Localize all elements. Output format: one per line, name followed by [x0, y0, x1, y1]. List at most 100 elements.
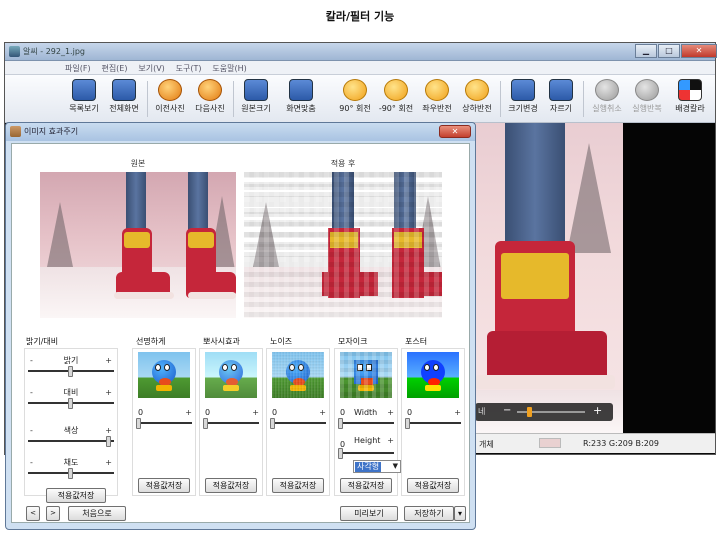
prev-photo-button[interactable]: 이전사진 [151, 79, 189, 119]
hue-label: 색상 [63, 426, 79, 435]
mosaic-save-button[interactable]: 적용값저장 [340, 478, 392, 493]
original-size-button[interactable]: 원본크기 [237, 79, 275, 119]
hue-knob[interactable] [106, 436, 112, 447]
poster-thumbnail[interactable] [407, 352, 459, 398]
background-color-button[interactable]: 배경칼라 [669, 79, 711, 119]
menu-tools[interactable]: 도구(T) [172, 61, 206, 76]
close-button[interactable]: ✕ [681, 44, 717, 58]
brightness-save-button[interactable]: 적용값저장 [46, 488, 106, 503]
dialog-body: 원본 적용 후 밝기/대비 - 밝기 + - 대비 + - 색상 + - 채도 … [11, 143, 470, 523]
list-view-icon [72, 79, 96, 101]
rotate-90-icon [343, 79, 367, 101]
soft-glow-save-button[interactable]: 적용값저장 [205, 478, 257, 493]
mosaic-width-label: Width [354, 408, 378, 417]
toolbar-separator [500, 81, 501, 117]
menu-file[interactable]: 파일(F) [61, 61, 95, 76]
sharpen-save-button[interactable]: 적용값저장 [138, 478, 190, 493]
applied-label: 적용 후 [330, 159, 356, 168]
noise-thumbnail[interactable] [272, 352, 324, 398]
chevron-down-icon: ▼ [392, 462, 398, 470]
save-dropdown-button[interactable]: ▾ [454, 506, 466, 521]
flip-vertical-icon [465, 79, 489, 101]
list-view-button[interactable]: 목록보기 [65, 79, 103, 119]
status-object: 개체 [479, 440, 494, 449]
contrast-knob[interactable] [68, 398, 73, 409]
zoom-in-button[interactable]: + [593, 404, 602, 417]
original-size-icon [244, 79, 268, 101]
brightness-slider[interactable]: - 밝기 + [28, 356, 114, 377]
dialog-titlebar[interactable]: 이미지 효과주기 ✕ [6, 123, 475, 141]
zoom-out-button[interactable]: − [503, 405, 511, 416]
soft-glow-knob[interactable] [203, 418, 208, 429]
next-button[interactable]: > [46, 506, 60, 521]
status-rgb: R:233 G:209 B:209 [583, 439, 659, 448]
flip-vertical-button[interactable]: 상하반전 [457, 79, 497, 119]
toolbar: 목록보기 전체화면 이전사진 다음사진 원본크기 화면맞춤 90° 회전 -90… [5, 75, 715, 123]
status-bar: 개체 R:233 G:209 B:209 [475, 433, 715, 453]
toolbar-separator [233, 81, 234, 117]
mosaic-label: 모자이크 [338, 337, 368, 346]
sharpen-slider[interactable]: 0 + [136, 408, 192, 429]
saturation-knob[interactable] [68, 468, 73, 479]
resize-button[interactable]: 크기변경 [503, 79, 543, 119]
viewer-title: 알씨 - 292_1.jpg [23, 47, 85, 56]
mosaic-height-label: Height [354, 436, 381, 445]
contrast-slider[interactable]: - 대비 + [28, 388, 114, 409]
noise-save-button[interactable]: 적용값저장 [272, 478, 324, 493]
mosaic-thumbnail[interactable] [340, 352, 392, 398]
sharpen-thumbnail[interactable] [138, 352, 190, 398]
poster-slider[interactable]: 0 + [405, 408, 461, 429]
next-photo-button[interactable]: 다음사진 [191, 79, 229, 119]
mosaic-width-knob[interactable] [338, 418, 343, 429]
fit-screen-button[interactable]: 화면맞춤 [279, 79, 323, 119]
save-as-button[interactable]: 저장하기 [404, 506, 454, 521]
viewer-titlebar[interactable]: 알씨 - 292_1.jpg ▁ □ ✕ [5, 43, 717, 61]
redo-button[interactable]: 실행반복 [627, 79, 667, 119]
flip-horizontal-button[interactable]: 좌우반전 [417, 79, 457, 119]
undo-icon [595, 79, 619, 101]
undo-button[interactable]: 실행취소 [587, 79, 627, 119]
original-label: 원본 [130, 159, 146, 168]
rotate-90-button[interactable]: 90° 회전 [335, 79, 375, 119]
viewer-photo [475, 123, 623, 433]
soft-glow-label: 뽀사시효과 [203, 337, 240, 346]
soft-glow-slider[interactable]: 0 + [203, 408, 259, 429]
dialog-close-button[interactable]: ✕ [439, 125, 471, 138]
redo-icon [635, 79, 659, 101]
contrast-label: 대비 [63, 388, 79, 397]
fullscreen-button[interactable]: 전체화면 [105, 79, 143, 119]
reset-button[interactable]: 처음으로 [68, 506, 126, 521]
preview-button[interactable]: 미리보기 [340, 506, 398, 521]
noise-slider[interactable]: 0 + [270, 408, 326, 429]
brightness-knob[interactable] [68, 366, 73, 377]
menu-view[interactable]: 보기(V) [134, 61, 168, 76]
mosaic-width-slider[interactable]: 0 Width + [338, 408, 394, 429]
soft-glow-thumbnail[interactable] [205, 352, 257, 398]
minimize-button[interactable]: ▁ [635, 44, 657, 58]
mosaic-height-knob[interactable] [338, 448, 343, 459]
poster-knob[interactable] [405, 418, 410, 429]
mosaic-shape-value: 사각형 [355, 462, 382, 472]
noise-knob[interactable] [270, 418, 275, 429]
crop-button[interactable]: 자르기 [543, 79, 579, 119]
dialog-app-icon [10, 126, 21, 137]
zoom-label: 네 [478, 407, 486, 416]
prev-button[interactable]: < [26, 506, 40, 521]
poster-save-button[interactable]: 적용값저장 [407, 478, 459, 493]
menu-help[interactable]: 도움말(H) [208, 61, 250, 76]
rotate-minus-90-icon [384, 79, 408, 101]
menu-edit[interactable]: 편집(E) [97, 61, 131, 76]
original-preview [40, 172, 236, 318]
noise-label: 노이즈 [270, 337, 293, 346]
hue-slider[interactable]: - 색상 + [28, 426, 114, 447]
page-title: 칼라/필터 기능 [325, 10, 395, 23]
saturation-slider[interactable]: - 채도 + [28, 458, 114, 479]
zoom-slider-knob[interactable] [527, 407, 532, 417]
rotate-minus-90-button[interactable]: -90° 회전 [375, 79, 417, 119]
mosaic-shape-select[interactable]: 사각형 ▼ [353, 460, 401, 473]
maximize-button[interactable]: □ [658, 44, 680, 58]
zoom-bar: 네 − + [475, 403, 613, 421]
sharpen-knob[interactable] [136, 418, 141, 429]
prev-photo-icon [158, 79, 182, 101]
mosaic-height-slider[interactable]: 0 Height + [338, 436, 394, 459]
